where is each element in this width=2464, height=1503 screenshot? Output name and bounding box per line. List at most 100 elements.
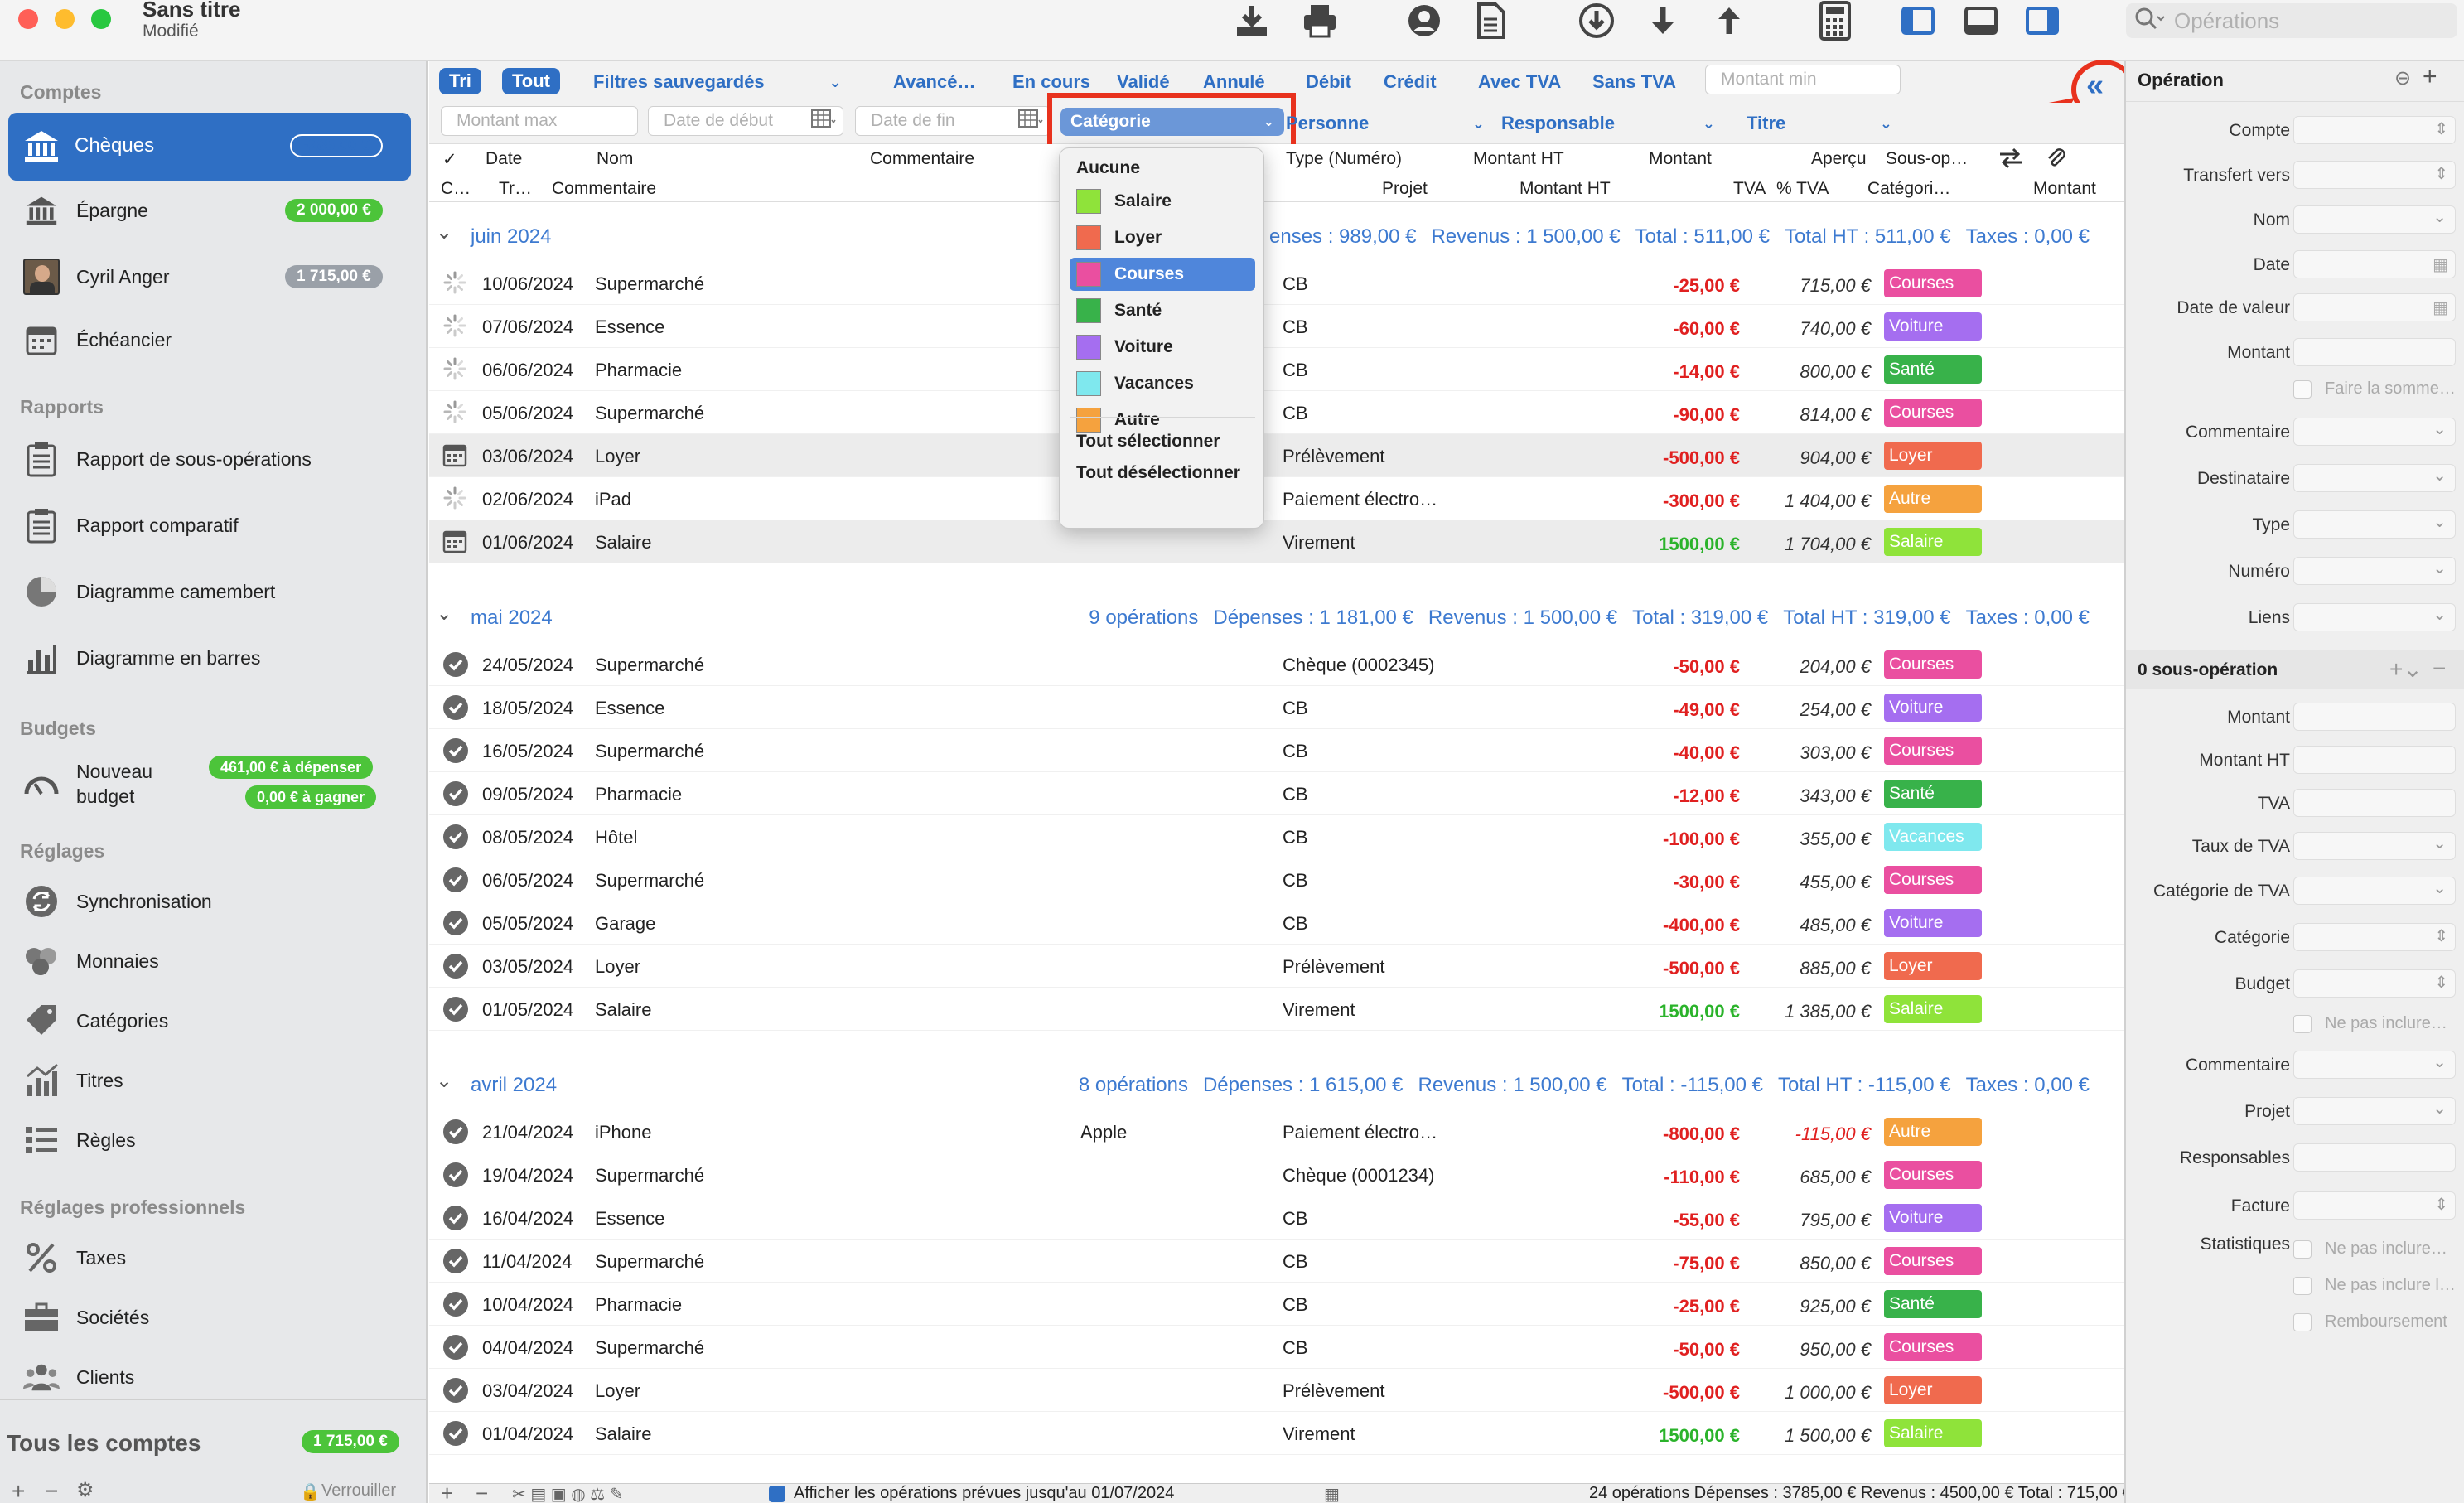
table-row[interactable]: 24/05/2024 Supermarché Chèque (0002345) -50… <box>429 643 2124 686</box>
right-sidebar-toggle-icon[interactable] <box>2020 0 2065 41</box>
checkbox-box[interactable] <box>2293 1014 2312 1033</box>
sidebar-item-companies[interactable]: Sociétés <box>0 1293 428 1342</box>
field-input[interactable]: ⌄ <box>2293 510 2456 539</box>
credit-filter-button[interactable]: Crédit <box>1384 68 1437 96</box>
table-row[interactable]: 09/05/2024 Pharmacie CB -12,00 € 343,00 € San… <box>429 772 2124 815</box>
status-done-icon[interactable] <box>442 1205 469 1236</box>
add-account-icon[interactable]: + <box>12 1480 25 1503</box>
import-icon[interactable] <box>1230 0 1274 41</box>
calculator-icon[interactable] <box>1813 0 1858 41</box>
status-done-icon[interactable] <box>442 867 469 898</box>
field-input[interactable]: ⌄ <box>2293 1097 2456 1125</box>
sidebar-item-rules[interactable]: Règles <box>0 1115 428 1165</box>
status-done-icon[interactable] <box>442 737 469 769</box>
remove-operation-icon[interactable]: − <box>476 1484 488 1503</box>
field-input[interactable]: ⌄ <box>2293 464 2456 492</box>
field-input[interactable]: ⌄ <box>2293 877 2456 905</box>
table-row[interactable]: 10/06/2024 Supermarché CB -25,00 € 715,00 € C… <box>429 262 2124 305</box>
checkbox[interactable]: Faire la somme… <box>2293 379 2456 399</box>
status-pending-icon[interactable] <box>442 270 467 300</box>
table-row[interactable]: 08/05/2024 Hôtel CB -100,00 € 355,00 € Vacanc… <box>429 815 2124 858</box>
minimize-window-button[interactable] <box>55 9 75 29</box>
table-row[interactable]: 11/04/2024 Supermarché CB -75,00 € 850,00 € C… <box>429 1240 2124 1283</box>
field-input[interactable] <box>2293 703 2456 731</box>
checkbox[interactable]: Ne pas inclure… <box>2293 1014 2447 1033</box>
status-done-icon[interactable] <box>442 651 469 683</box>
dropdown-select-all[interactable]: Tout sélectionner <box>1070 425 1255 458</box>
column-header-c[interactable]: C… <box>441 179 471 199</box>
field-input[interactable]: ▦ <box>2293 250 2456 278</box>
sidebar-item-clients[interactable]: Clients <box>0 1352 428 1402</box>
category-filter-popup[interactable]: Catégorie ⌄ <box>1060 108 1284 136</box>
close-window-button[interactable] <box>18 9 38 29</box>
column-header-check[interactable]: ✓ <box>442 149 457 170</box>
sidebar-item-echeancier[interactable]: Échéancier <box>0 315 428 365</box>
sidebar-item-securities[interactable]: Titres <box>0 1056 428 1105</box>
status-done-icon[interactable] <box>442 1162 469 1193</box>
column-header-preview[interactable]: Aperçu <box>1811 149 1867 169</box>
status-done-icon[interactable] <box>442 910 469 941</box>
table-row[interactable]: 16/05/2024 Supermarché CB -40,00 € 303,00 € C… <box>429 729 2124 772</box>
sidebar-item-sub-operations-report[interactable]: Rapport de sous-opérations <box>0 434 428 484</box>
table-row[interactable]: 18/05/2024 Essence CB -49,00 € 254,00 € Voitu… <box>429 686 2124 729</box>
column-header-project[interactable]: Projet <box>1382 179 1428 199</box>
field-input[interactable]: ⌄ <box>2293 832 2456 860</box>
end-date-input[interactable]: Date de fin <box>855 106 1051 136</box>
field-input[interactable]: ⌄ <box>2293 1051 2456 1079</box>
field-input[interactable]: ⇕ <box>2293 161 2456 189</box>
dropdown-item-salaire[interactable]: Salaire <box>1070 185 1255 218</box>
chevron-down-icon[interactable]: ⌄ <box>436 220 452 244</box>
start-date-input[interactable]: Date de début <box>648 106 843 136</box>
table-row[interactable]: 04/04/2024 Supermarché CB -50,00 € 950,00 € C… <box>429 1326 2124 1369</box>
status-done-icon[interactable] <box>442 996 469 1027</box>
table-row[interactable]: 05/05/2024 Garage CB -400,00 € 485,00 € Voitu… <box>429 901 2124 945</box>
checkbox-box[interactable] <box>2293 379 2312 399</box>
table-row[interactable]: 19/04/2024 Supermarché Chèque (0001234) -11… <box>429 1153 2124 1196</box>
column-header-comment[interactable]: Commentaire <box>870 149 974 169</box>
group-month[interactable]: juin 2024 <box>471 225 551 249</box>
collapse-panel-icon[interactable]: « <box>2086 68 2104 104</box>
advanced-filter-button[interactable]: Avancé… <box>893 68 975 96</box>
group-header[interactable]: ⌄ juin 2024 enses : 989,00 € Revenus : 1 50… <box>429 220 2124 254</box>
sidebar-item-pie-chart[interactable]: Diagramme camembert <box>0 567 428 616</box>
cancelled-filter-button[interactable]: Annulé <box>1203 68 1265 96</box>
column-header-category[interactable]: Catégori… <box>1867 179 1950 199</box>
group-header[interactable]: ⌄ avril 2024 8 opérations Dépenses : 1 615,… <box>429 1069 2124 1102</box>
column-header-type[interactable]: Type (Numéro) <box>1286 149 1402 169</box>
table-row[interactable]: 06/05/2024 Supermarché CB -30,00 € 455,00 € C… <box>429 858 2124 901</box>
max-amount-input[interactable]: Montant max <box>441 106 638 136</box>
table-row[interactable]: 01/06/2024 Salaire Virement 1500,00 € 1 704,… <box>429 520 2124 563</box>
person-filter-popup[interactable]: Personne ⌄ <box>1286 109 1485 138</box>
field-input[interactable]: ⇕ <box>2293 1191 2456 1220</box>
table-row[interactable]: 03/04/2024 Loyer Prélèvement -500,00 € 1 000… <box>429 1369 2124 1412</box>
table-row[interactable]: 03/06/2024 Loyer Prélèvement -500,00 € 904,0… <box>429 434 2124 477</box>
debit-filter-button[interactable]: Débit <box>1306 68 1351 96</box>
field-input[interactable]: ⌄ <box>2293 557 2456 585</box>
field-input[interactable]: ⇕ <box>2293 116 2456 144</box>
responsible-filter-popup[interactable]: Responsable ⌄ <box>1501 109 1715 138</box>
table-row[interactable]: 06/06/2024 Pharmacie CB -14,00 € 800,00 € San… <box>429 348 2124 391</box>
column-header-sub-comment[interactable]: Commentaire <box>552 179 656 199</box>
dropdown-item-loyer[interactable]: Loyer <box>1070 221 1255 254</box>
status-pending-icon[interactable] <box>442 486 467 515</box>
status-done-icon[interactable] <box>442 1291 469 1322</box>
table-row[interactable]: 01/05/2024 Salaire Virement 1500,00 € 1 385,… <box>429 988 2124 1031</box>
field-input[interactable]: ⇕ <box>2293 923 2456 951</box>
field-input[interactable] <box>2293 789 2456 817</box>
show-future-checkbox[interactable] <box>769 1486 785 1502</box>
field-input[interactable] <box>2293 1143 2456 1172</box>
status-done-icon[interactable] <box>442 694 469 726</box>
dropdown-item-vacances[interactable]: Vacances <box>1070 367 1255 400</box>
field-input[interactable]: ⌄ <box>2293 418 2456 446</box>
checkbox[interactable]: Ne pas inclure… <box>2293 1240 2447 1259</box>
status-pending-icon[interactable] <box>442 399 467 429</box>
table-row[interactable]: 21/04/2024 iPhone Apple Paiement électro… -8… <box>429 1110 2124 1153</box>
table-row[interactable]: 01/04/2024 Salaire Virement 1500,00 € 1 500,… <box>429 1412 2124 1455</box>
sidebar-item-bar-chart[interactable]: Diagramme en barres <box>0 633 428 683</box>
document-icon[interactable] <box>1468 0 1513 41</box>
more-options-icon[interactable]: ⊖ <box>2394 66 2411 90</box>
title-filter-popup[interactable]: Titre ⌄ <box>1747 109 1892 138</box>
column-header-tr[interactable]: Tr… <box>499 179 532 199</box>
column-header-amount[interactable]: Montant <box>1649 149 1712 169</box>
status-done-icon[interactable] <box>442 780 469 812</box>
